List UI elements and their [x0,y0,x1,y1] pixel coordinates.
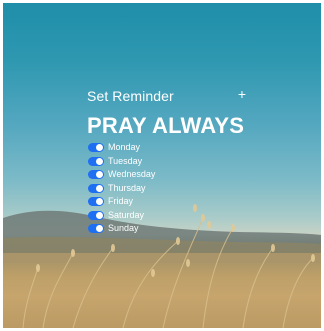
day-label-tuesday: Tuesday [108,155,143,166]
toggle-knob [96,171,103,179]
toggle-knob [96,144,103,152]
toggle-wednesday[interactable] [88,170,104,180]
day-label-thursday: Thursday [108,182,146,193]
toggle-knob [96,184,103,192]
toggle-knob [96,198,103,206]
day-row-tuesday: Tuesday [88,155,248,169]
set-reminder-label: Set Reminder [87,88,174,104]
toggle-monday[interactable] [88,143,104,153]
day-row-thursday: Thursday [88,182,248,196]
day-row-monday: Monday [88,141,248,155]
toggle-tuesday[interactable] [88,156,104,166]
page-title: PRAY ALWAYS [87,113,245,138]
toggle-thursday[interactable] [88,183,104,193]
toggle-knob [96,157,103,165]
app-frame: Set Reminder + PRAY ALWAYS Monday Tuesda… [0,0,324,331]
add-reminder-button[interactable]: + [235,86,249,102]
toggle-knob [96,225,103,233]
day-label-sunday: Sunday [108,223,139,234]
day-row-saturday: Saturday [88,209,248,223]
day-label-monday: Monday [108,142,141,153]
day-row-friday: Friday [88,195,248,209]
day-row-wednesday: Wednesday [88,168,248,182]
toggle-knob [96,211,103,219]
day-label-wednesday: Wednesday [108,169,156,180]
toggle-sunday[interactable] [88,224,104,234]
toggle-saturday[interactable] [88,210,104,220]
toggle-friday[interactable] [88,197,104,207]
day-label-friday: Friday [108,196,134,207]
day-label-saturday: Saturday [108,209,145,220]
day-row-sunday: Sunday [88,222,248,236]
days-list: Monday Tuesday Wednesday Thursday Friday… [88,141,248,236]
reminder-panel: Set Reminder + PRAY ALWAYS Monday Tuesda… [0,0,318,325]
